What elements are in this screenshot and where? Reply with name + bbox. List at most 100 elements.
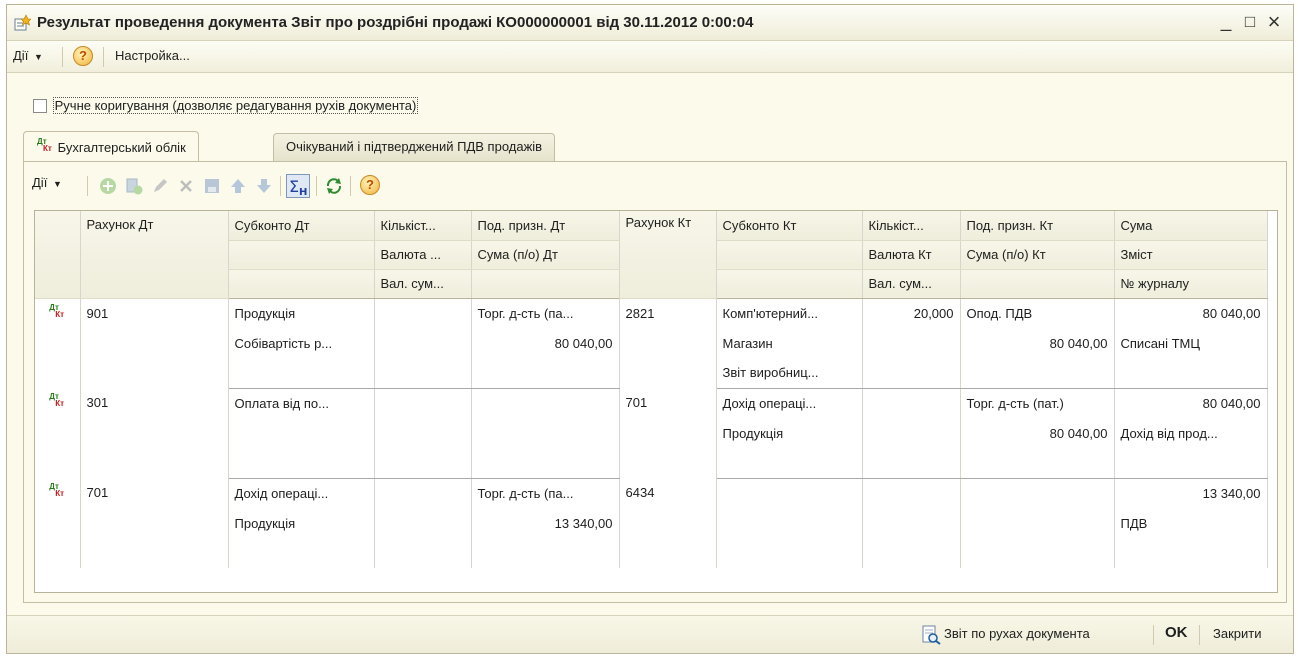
cell-subconto-kt[interactable] xyxy=(716,448,863,479)
cell-subconto-kt[interactable]: Комп'ютерний... xyxy=(716,298,863,328)
cell-subconto-kt[interactable]: Дохід операці... xyxy=(716,388,863,418)
cell-sum[interactable]: 13 340,00 xyxy=(1114,478,1268,508)
header-sum-po-kt[interactable]: Сума (п/о) Кт xyxy=(960,240,1115,270)
manual-edit-checkbox[interactable] xyxy=(33,98,47,113)
toolbar-actions-menu[interactable]: Дії ▼ xyxy=(32,175,62,190)
cell-qty-kt[interactable] xyxy=(862,478,961,508)
ok-button[interactable]: OK xyxy=(1165,624,1188,641)
cell-subconto-kt[interactable] xyxy=(716,508,863,538)
cell-tax-dt[interactable] xyxy=(471,388,620,418)
cell-tax-dt[interactable]: Торг. д-сть (па... xyxy=(471,478,620,508)
tab-vat-sales[interactable]: Очікуваний і підтверджений ПДВ продажів xyxy=(273,133,556,161)
cell-account-dt[interactable]: 301 xyxy=(80,388,229,478)
cell-qty-dt[interactable] xyxy=(374,388,472,418)
movements-grid[interactable]: Рахунок Дт Субконто Дт Кількіст... Под. … xyxy=(34,210,1278,593)
table-row[interactable]: Дт Кт 901 Продукція Торг. д-сть (па... 28… xyxy=(35,298,1268,388)
add-icon[interactable] xyxy=(98,176,118,196)
cell-content[interactable]: Дохід від прод... xyxy=(1114,418,1268,448)
cell-sum-po-dt[interactable] xyxy=(471,418,620,448)
cell-account-kt[interactable]: 6434 xyxy=(619,478,717,568)
edit-icon[interactable] xyxy=(150,176,170,196)
header-tax-kt[interactable]: Под. призн. Кт xyxy=(960,211,1115,241)
cell-currency-kt[interactable] xyxy=(862,418,961,448)
minimize-button[interactable]: _ xyxy=(1215,11,1237,33)
cell-sum-po-kt[interactable]: 80 040,00 xyxy=(960,418,1115,448)
close-button[interactable]: Закрити xyxy=(1213,626,1261,641)
cell-currency-dt[interactable] xyxy=(374,418,472,448)
cell-subconto-kt[interactable]: Звіт виробниц... xyxy=(716,358,863,389)
cell-empty[interactable] xyxy=(960,358,1115,389)
cell-subconto-dt[interactable]: Продукція xyxy=(228,298,375,328)
save-icon[interactable] xyxy=(202,176,222,196)
header-sum-po-dt[interactable]: Сума (п/о) Дт xyxy=(471,240,620,270)
refresh-icon[interactable] xyxy=(324,176,344,196)
cell-cur-sum-dt[interactable] xyxy=(374,448,472,479)
cell-subconto-kt[interactable] xyxy=(716,478,863,508)
cell-subconto-dt[interactable]: Оплата від по... xyxy=(228,388,375,418)
maximize-button[interactable]: □ xyxy=(1239,11,1261,33)
cell-tax-kt[interactable]: Опод. ПДВ xyxy=(960,298,1115,328)
cell-qty-dt[interactable] xyxy=(374,478,472,508)
cell-empty[interactable] xyxy=(960,538,1115,568)
cell-tax-dt[interactable]: Торг. д-сть (па... xyxy=(471,298,620,328)
cell-subconto-dt[interactable] xyxy=(228,538,375,568)
cell-sum-po-dt[interactable]: 13 340,00 xyxy=(471,508,620,538)
manual-edit-label[interactable]: Ручне коригування (дозволяє редагування … xyxy=(52,97,419,115)
cell-currency-dt[interactable] xyxy=(374,508,472,538)
cell-currency-kt[interactable] xyxy=(862,328,961,358)
cell-tax-kt[interactable]: Торг. д-сть (пат.) xyxy=(960,388,1115,418)
cell-sum-po-kt[interactable]: 80 040,00 xyxy=(960,328,1115,358)
cell-qty-kt[interactable] xyxy=(862,388,961,418)
header-account-kt[interactable]: Рахунок Кт xyxy=(619,211,717,299)
cell-subconto-dt[interactable] xyxy=(228,358,375,389)
close-window-button[interactable]: × xyxy=(1263,11,1285,33)
cell-empty[interactable] xyxy=(471,358,620,389)
cell-cur-sum-dt[interactable] xyxy=(374,358,472,389)
cell-journal-no[interactable] xyxy=(1114,358,1268,389)
cell-subconto-kt[interactable]: Магазин xyxy=(716,328,863,358)
header-subconto-kt[interactable]: Субконто Кт xyxy=(716,211,863,241)
copy-icon[interactable] xyxy=(124,176,144,196)
table-row[interactable]: Дт Кт 301 Оплата від по... 701 Дохід опер… xyxy=(35,388,1268,478)
tab-accounting[interactable]: Дт Кт Бухгалтерський облік xyxy=(23,131,199,161)
cell-journal-no[interactable] xyxy=(1114,538,1268,568)
actions-menu[interactable]: Дії ▼ xyxy=(13,48,43,63)
move-up-icon[interactable] xyxy=(228,176,248,196)
cell-subconto-dt[interactable] xyxy=(228,418,375,448)
header-qty-kt[interactable]: Кількіст... xyxy=(862,211,961,241)
header-journal-no[interactable]: № журналу xyxy=(1114,269,1268,299)
cell-account-kt[interactable]: 2821 xyxy=(619,298,717,388)
cell-cur-sum-kt[interactable] xyxy=(862,448,961,479)
movements-report-link[interactable]: Звіт по рухах документа xyxy=(944,626,1090,641)
cell-empty[interactable] xyxy=(471,538,620,568)
cell-qty-dt[interactable] xyxy=(374,298,472,328)
cell-empty[interactable] xyxy=(471,448,620,479)
cell-sum[interactable]: 80 040,00 xyxy=(1114,298,1268,328)
delete-icon[interactable] xyxy=(176,176,196,196)
cell-sum-po-dt[interactable]: 80 040,00 xyxy=(471,328,620,358)
cell-subconto-kt[interactable]: Продукція xyxy=(716,418,863,448)
header-currency-kt[interactable]: Валюта Кт xyxy=(862,240,961,270)
cell-cur-sum-kt[interactable] xyxy=(862,358,961,389)
cell-sum-po-kt[interactable] xyxy=(960,508,1115,538)
cell-currency-dt[interactable] xyxy=(374,328,472,358)
cell-subconto-dt[interactable] xyxy=(228,448,375,479)
header-sum[interactable]: Сума xyxy=(1114,211,1268,241)
cell-cur-sum-kt[interactable] xyxy=(862,538,961,568)
help-icon[interactable]: ? xyxy=(73,46,93,66)
cell-subconto-dt[interactable]: Дохід операці... xyxy=(228,478,375,508)
cell-currency-kt[interactable] xyxy=(862,508,961,538)
cell-subconto-dt[interactable]: Собівартість р... xyxy=(228,328,375,358)
cell-cur-sum-dt[interactable] xyxy=(374,538,472,568)
cell-sum[interactable]: 80 040,00 xyxy=(1114,388,1268,418)
header-subconto-dt[interactable]: Субконто Дт xyxy=(228,211,375,241)
cell-account-dt[interactable]: 701 xyxy=(80,478,229,568)
header-qty-dt[interactable]: Кількіст... xyxy=(374,211,472,241)
cell-account-kt[interactable]: 701 xyxy=(619,388,717,478)
header-cur-sum-dt[interactable]: Вал. сум... xyxy=(374,269,472,299)
header-account-dt[interactable]: Рахунок Дт xyxy=(80,211,229,299)
settings-menu[interactable]: Настройка... xyxy=(115,48,190,63)
move-down-icon[interactable] xyxy=(254,176,274,196)
cell-tax-kt[interactable] xyxy=(960,478,1115,508)
cell-subconto-kt[interactable] xyxy=(716,538,863,568)
